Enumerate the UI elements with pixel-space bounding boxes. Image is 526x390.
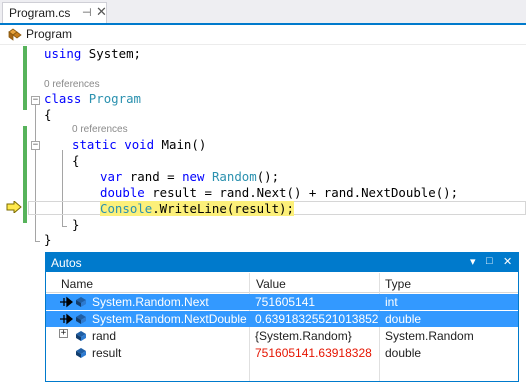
expand-icon[interactable]: + — [59, 329, 68, 338]
row-value-changed[interactable]: 751605141.63918328 — [255, 346, 372, 360]
collapse-toggle[interactable]: − — [31, 141, 40, 150]
row-value[interactable]: {System.Random} — [255, 329, 352, 343]
tab-program-cs[interactable]: Program.cs ⊣ ✕ — [2, 2, 107, 24]
autos-column-header: Name Value Type — [46, 273, 518, 293]
code-line-main: static void Main() — [72, 137, 207, 152]
column-divider[interactable] — [379, 273, 380, 381]
code-line-class: class Program — [44, 91, 141, 106]
autos-row[interactable]: System.Random.NextDouble 0.6391832552101… — [46, 311, 518, 327]
autos-title: Autos — [51, 256, 82, 270]
row-name: rand — [92, 329, 117, 343]
change-indicator — [23, 46, 27, 110]
dropdown-icon[interactable]: ▾ — [470, 255, 476, 268]
field-icon — [76, 314, 86, 324]
pin-icon[interactable]: ⊣ — [82, 6, 92, 19]
autos-row[interactable]: + rand {System.Random} System.Random — [46, 328, 518, 344]
outline-end — [35, 241, 40, 242]
column-name[interactable]: Name — [61, 277, 93, 291]
navigation-bar[interactable]: Program — [0, 25, 526, 45]
row-type: double — [385, 312, 422, 326]
field-icon — [76, 297, 86, 307]
row-type: System.Random — [385, 329, 474, 343]
collapse-toggle[interactable]: − — [31, 96, 40, 105]
column-type[interactable]: Type — [385, 277, 411, 291]
code-lens-references[interactable]: 0 references — [72, 124, 128, 135]
restore-icon[interactable]: □ — [486, 255, 493, 267]
row-name: System.Random.Next — [92, 295, 209, 309]
code-line-var: var rand = new Random(); — [100, 169, 280, 184]
code-brace: } — [72, 217, 80, 232]
autos-title-bar[interactable]: Autos ▾ □ ✕ — [46, 253, 518, 272]
code-line-console: Console.WriteLine(result); — [100, 201, 294, 216]
code-line-double: double result = rand.Next() + rand.NextD… — [100, 185, 459, 200]
pin-to-source-icon[interactable] — [59, 313, 73, 325]
document-tab-strip: Program.cs ⊣ ✕ — [0, 0, 526, 25]
execution-arrow-icon — [6, 201, 22, 213]
field-icon — [76, 348, 86, 358]
code-line-using: using System; — [44, 46, 141, 61]
row-type: double — [385, 346, 422, 360]
row-type: int — [385, 295, 398, 309]
row-value[interactable]: 751605141 — [255, 295, 315, 309]
row-name: result — [92, 346, 122, 360]
column-value[interactable]: Value — [256, 277, 286, 291]
change-indicator — [23, 126, 27, 223]
close-icon[interactable]: ✕ — [96, 4, 107, 20]
autos-window[interactable]: Autos ▾ □ ✕ Name Value Type System.Rando… — [45, 252, 519, 382]
outline-line — [62, 150, 63, 227]
field-icon — [76, 331, 86, 341]
code-brace: } — [44, 232, 52, 247]
code-lens-references[interactable]: 0 references — [44, 79, 100, 90]
column-divider[interactable] — [249, 273, 250, 381]
outline-line — [35, 104, 36, 241]
code-brace: { — [72, 153, 80, 168]
row-value[interactable]: 0.63918325521013852 — [255, 312, 378, 326]
pin-to-source-icon[interactable] — [59, 296, 73, 308]
class-icon — [8, 28, 22, 41]
autos-row[interactable]: System.Random.Next 751605141 int — [46, 294, 518, 310]
nav-type-label: Program — [26, 27, 73, 41]
code-editor[interactable]: − − using System; 0 references class Pro… — [0, 46, 526, 252]
close-icon[interactable]: ✕ — [503, 255, 512, 268]
autos-row[interactable]: result 751605141.63918328 double — [46, 345, 518, 361]
code-brace: { — [44, 107, 52, 122]
tab-title: Program.cs — [9, 6, 71, 20]
row-name: System.Random.NextDouble — [92, 312, 247, 326]
